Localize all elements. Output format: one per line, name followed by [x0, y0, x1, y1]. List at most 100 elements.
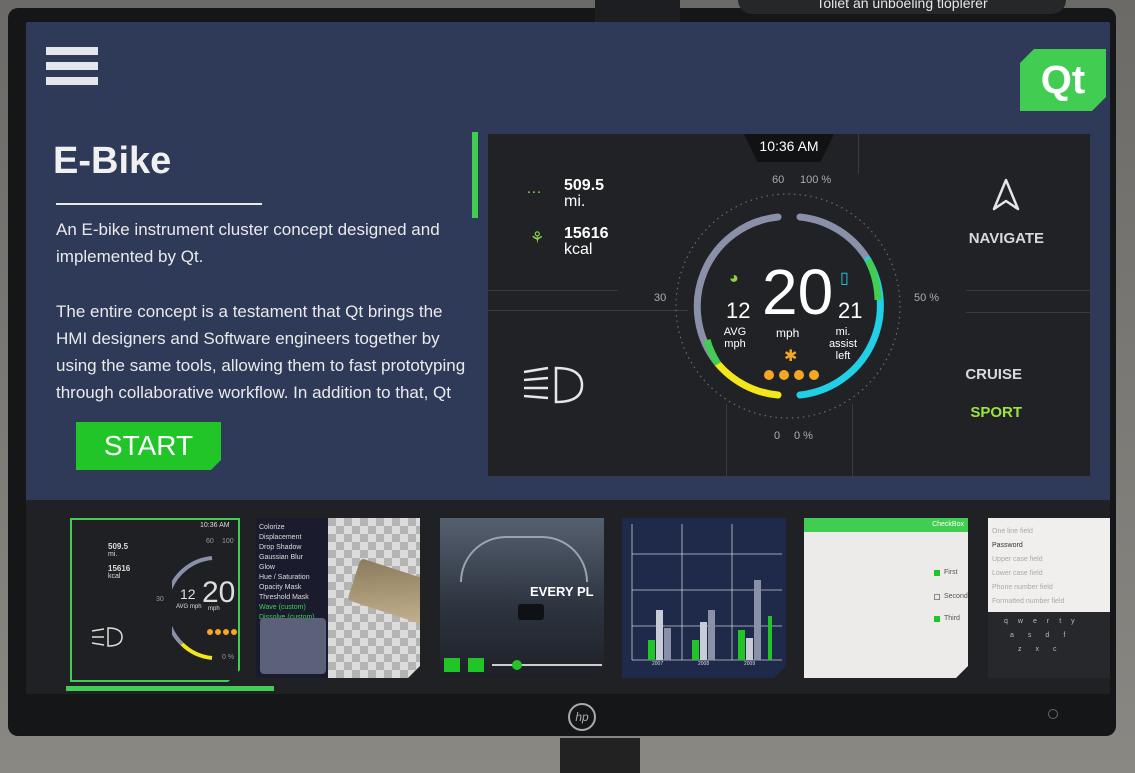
scale-right: 50 %: [914, 292, 940, 304]
key-s[interactable]: s: [1028, 632, 1046, 639]
thumb-ebike-speed: 20: [202, 576, 236, 609]
thumb-checkbox[interactable]: CheckBox First Second Third: [804, 518, 968, 678]
keyboard-field: Phone number field: [992, 584, 1053, 591]
thumb-video-player[interactable]: EVERY PL: [440, 518, 604, 678]
seek-handle[interactable]: [512, 660, 522, 670]
checkbox-third[interactable]: [934, 616, 940, 622]
calories-value: 15616: [564, 225, 609, 242]
key-w[interactable]: w: [1018, 618, 1033, 625]
assist-label-1: mi.: [835, 326, 851, 338]
thumb-ebike-dist: 509.5: [108, 542, 129, 551]
play-button[interactable]: [444, 658, 460, 672]
effect-item: Opacity Mask: [259, 584, 302, 591]
hamburger-menu-icon[interactable]: [46, 47, 98, 93]
mode-sport[interactable]: SPORT: [970, 404, 1022, 421]
key-d[interactable]: d: [1045, 632, 1063, 639]
chart-x-label: 2009: [744, 661, 756, 667]
effect-item: Drop Shadow: [259, 544, 302, 551]
keyboard-panel: qwerty asdf zxc: [988, 612, 1110, 678]
navigate-button[interactable]: NAVIGATE: [969, 230, 1044, 247]
scale-top-speed: 60: [772, 174, 785, 186]
speed-value: 20: [762, 256, 834, 328]
scale-left: 30: [654, 292, 667, 304]
key-c[interactable]: c: [1053, 646, 1071, 653]
effect-preview-pad: [260, 618, 326, 674]
speedometer-icon: ◕: [729, 270, 739, 287]
title-underline: [56, 203, 262, 205]
key-r[interactable]: r: [1047, 618, 1059, 625]
distance-unit: mi.: [564, 193, 586, 210]
avg-speed-value: 12: [726, 298, 751, 323]
stop-button[interactable]: [468, 658, 484, 672]
seek-track[interactable]: [492, 664, 602, 666]
distance-stat: 509.5 mi.: [564, 177, 605, 210]
key-z[interactable]: z: [1018, 646, 1036, 653]
app-screen: Qt E-Bike An E-bike instrument cluster c…: [26, 22, 1110, 694]
thumb-chart-svg: [622, 518, 786, 678]
checkbox-title: CheckBox: [932, 521, 964, 528]
key-e[interactable]: e: [1033, 618, 1047, 625]
start-button[interactable]: START: [76, 422, 221, 470]
selection-accent-bar: [472, 132, 478, 218]
checkbox-first[interactable]: [934, 570, 940, 576]
keyboard-field: Password: [992, 542, 1023, 549]
checkbox-label: Third: [944, 615, 960, 622]
description: An E-bike instrument cluster concept des…: [56, 216, 486, 416]
keyboard-row: zxc: [1018, 646, 1071, 653]
description-paragraph-1: An E-bike instrument cluster concept des…: [56, 220, 440, 266]
effect-item: Hue / Saturation: [259, 574, 310, 581]
keyboard-field: Formatted number field: [992, 598, 1065, 605]
effect-item-highlighted: Wave (custom): [259, 604, 306, 611]
speed-unit: mph: [776, 326, 800, 340]
checkbox-second[interactable]: [934, 594, 940, 600]
scale-bottom-battery: 0 %: [794, 430, 813, 442]
effect-item: Displacement: [259, 534, 302, 541]
thumb-ebike-avg-unit: AVG mph: [176, 604, 202, 610]
scale-bottom-speed: 0: [774, 430, 781, 442]
page-title: E-Bike: [53, 140, 172, 182]
navigate-arrow-icon[interactable]: [991, 178, 1021, 212]
keyboard-row: asdf: [1010, 632, 1079, 639]
sample-image: [347, 558, 420, 626]
power-button-icon[interactable]: [1048, 709, 1058, 719]
thumb-ebike-s100: 100: [222, 538, 234, 545]
tunnel-ceiling: [460, 536, 588, 582]
battery-icon: ▯: [840, 270, 849, 287]
clock: 10:36 AM: [744, 134, 834, 162]
assist-value: 21: [838, 298, 863, 323]
divider: [966, 290, 1090, 291]
keyboard-field: Upper case field: [992, 556, 1043, 563]
mode-cruise[interactable]: CRUISE: [965, 366, 1022, 383]
effect-item: Threshold Mask: [259, 594, 309, 601]
divider: [966, 312, 1090, 313]
key-x[interactable]: x: [1036, 646, 1054, 653]
key-y[interactable]: y: [1071, 618, 1085, 625]
thumb-ebike-speed-unit: mph: [208, 606, 220, 612]
thumb-graphical-effects[interactable]: Colorize Displacement Drop Shadow Gaussi…: [256, 518, 420, 678]
key-t[interactable]: t: [1059, 618, 1071, 625]
thumb-ebike[interactable]: 10:36 AM 509.5 mi. 15616 kcal 60 100 30 …: [70, 518, 240, 682]
thumb-virtual-keyboard[interactable]: One line field Password Upper case field…: [988, 518, 1110, 678]
thumb-ebike-dots: [206, 628, 238, 636]
avg-speed-label: AVG mph: [722, 326, 748, 350]
instrument-cluster-preview: 10:36 AM … 509.5 mi. ⚘ 15616 kcal ◕ ▯ 12…: [488, 134, 1090, 476]
flame-icon: ⚘: [530, 230, 545, 247]
avg-label: AVG: [723, 326, 747, 338]
headlight-icon[interactable]: [520, 364, 586, 406]
effects-list-panel: Colorize Displacement Drop Shadow Gaussi…: [256, 518, 328, 678]
distance-value: 509.5: [564, 177, 605, 194]
divider: [858, 134, 859, 174]
key-f[interactable]: f: [1063, 632, 1079, 639]
thumb-ebike-s60: 60: [206, 538, 214, 545]
thumb-ebike-s0p: 0 %: [222, 654, 235, 661]
key-q[interactable]: q: [1004, 618, 1018, 625]
key-a[interactable]: a: [1010, 632, 1028, 639]
checkbox-label: Second: [944, 593, 968, 600]
hp-logo-icon: hp: [568, 703, 596, 731]
thumb-bar-chart[interactable]: 2007 2008 2009: [622, 518, 786, 678]
effect-item: Colorize: [259, 524, 285, 531]
video-caption: EVERY PL: [530, 584, 594, 599]
description-paragraph-2: The entire concept is a testament that Q…: [56, 302, 466, 402]
thumb-ebike-cal: 15616: [108, 564, 131, 573]
overlay-notification: Toliet an unboeling tloplerer: [738, 0, 1066, 14]
